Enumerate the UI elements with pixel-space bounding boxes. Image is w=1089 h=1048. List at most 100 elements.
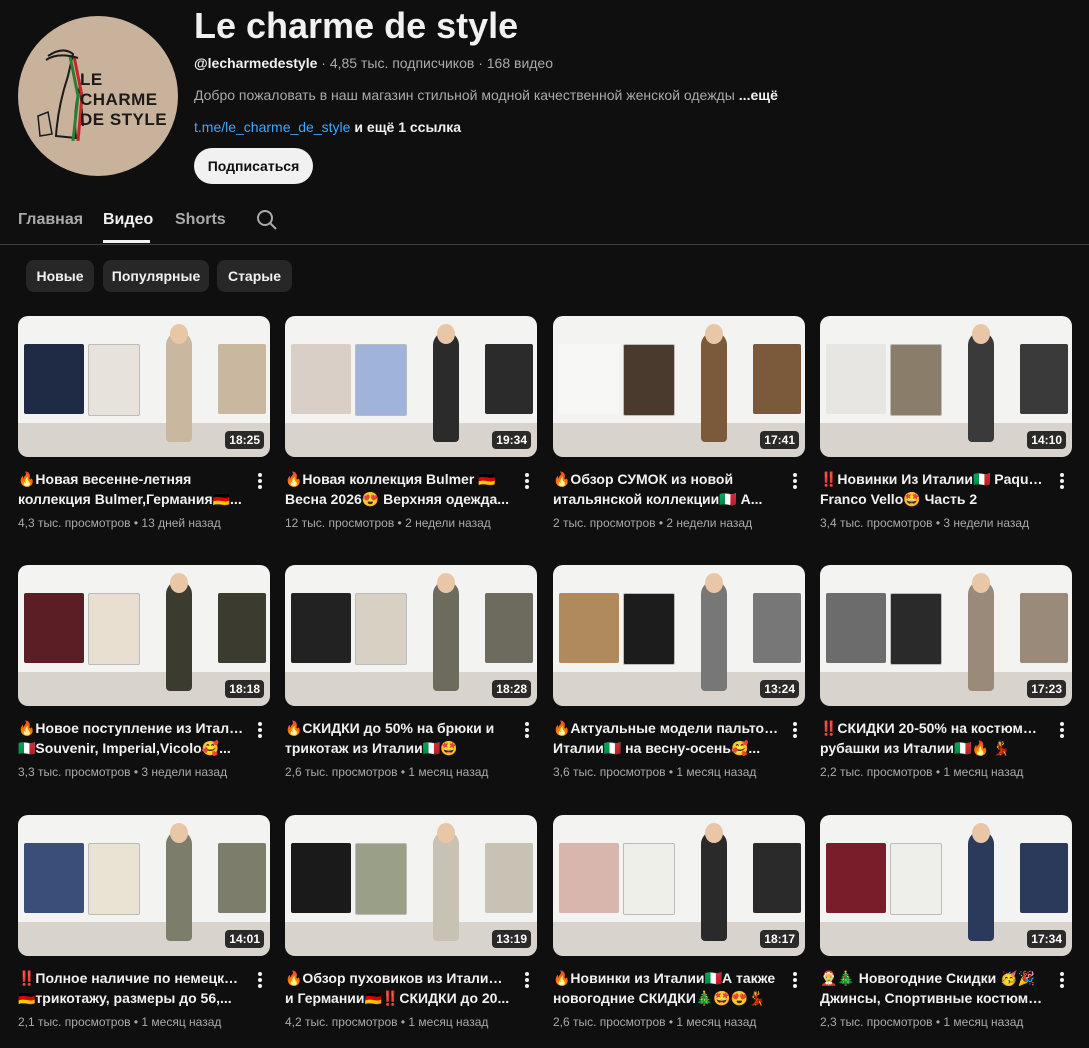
video-title-line1: ‼️Полное наличие по немецкому: [18, 970, 244, 986]
video-card[interactable]: 13:19 🔥Обзор пуховиков из Италии🇮🇹 и Гер…: [285, 815, 537, 1045]
video-card[interactable]: 14:01 ‼️Полное наличие по немецкому 🇩🇪тр…: [18, 815, 270, 1045]
clothing-rack: [890, 593, 942, 665]
video-title[interactable]: ‼️СКИДКИ 20-50% на костюмы и рубашки из …: [820, 718, 1046, 758]
more-options-icon[interactable]: [519, 970, 535, 990]
more-options-icon[interactable]: [252, 720, 268, 740]
clothing-rack: [355, 344, 407, 416]
video-duration: 14:01: [225, 930, 264, 948]
more-options-icon[interactable]: [519, 720, 535, 740]
video-card[interactable]: 17:34 🤶🎄 Новогодние Скидки 🥳🎉 Джинсы, Сп…: [820, 815, 1072, 1045]
video-title[interactable]: 🔥Обзор пуховиков из Италии🇮🇹 и Германии🇩…: [285, 968, 511, 1008]
chip-oldest[interactable]: Старые: [217, 260, 292, 292]
video-card[interactable]: 19:34 🔥Новая коллекция Bulmer 🇩🇪 Весна 2…: [285, 316, 537, 546]
video-card[interactable]: 18:25 🔥Новая весенне-летняя коллекция Bu…: [18, 316, 270, 546]
video-thumbnail[interactable]: 18:28: [285, 565, 537, 706]
video-thumbnail[interactable]: 14:10: [820, 316, 1072, 457]
video-thumbnail[interactable]: 14:01: [18, 815, 270, 956]
clothing-rack: [753, 843, 801, 913]
tab-videos[interactable]: Видео: [103, 210, 153, 230]
video-title-line1: 🤶🎄 Новогодние Скидки 🥳🎉: [820, 970, 1036, 986]
video-meta: 4,2 тыс. просмотров • 1 месяц назад: [285, 1015, 489, 1029]
more-links-button[interactable]: и ещё 1 ссылка: [354, 119, 461, 135]
telegram-link[interactable]: t.me/le_charme_de_style: [194, 119, 350, 135]
chip-popular[interactable]: Популярные: [103, 260, 209, 292]
video-thumbnail[interactable]: 17:23: [820, 565, 1072, 706]
logo-line2: DE STYLE: [80, 110, 168, 129]
video-title[interactable]: 🔥Новое поступление из Италии 🇮🇹Souvenir,…: [18, 718, 244, 758]
more-options-icon[interactable]: [1054, 471, 1070, 491]
description-more-link[interactable]: ...ещё: [739, 87, 778, 103]
video-thumbnail[interactable]: 17:41: [553, 316, 805, 457]
video-title[interactable]: 🔥Новая коллекция Bulmer 🇩🇪 Весна 2026😍 В…: [285, 469, 511, 509]
video-card[interactable]: 18:18 🔥Новое поступление из Италии 🇮🇹Sou…: [18, 565, 270, 795]
video-title-line1: 🔥Обзор пуховиков из Италии🇮🇹: [285, 970, 511, 986]
search-icon[interactable]: [256, 209, 278, 231]
channel-handle: @lecharmedestyle: [194, 55, 318, 71]
clothing-rack: [485, 843, 533, 913]
video-card[interactable]: 18:28 🔥СКИДКИ до 50% на брюки и трикотаж…: [285, 565, 537, 795]
video-meta: 2,1 тыс. просмотров • 1 месяц назад: [18, 1015, 222, 1029]
video-thumbnail[interactable]: 18:25: [18, 316, 270, 457]
video-thumbnail[interactable]: 13:19: [285, 815, 537, 956]
more-options-icon[interactable]: [252, 970, 268, 990]
more-options-icon[interactable]: [1054, 970, 1070, 990]
clothing-rack: [559, 344, 619, 414]
video-card[interactable]: 17:23 ‼️СКИДКИ 20-50% на костюмы и рубаш…: [820, 565, 1072, 795]
clothing-rack: [218, 593, 266, 663]
more-options-icon[interactable]: [519, 471, 535, 491]
video-title[interactable]: 🔥Обзор СУМОК из новой итальянской коллек…: [553, 469, 779, 509]
video-duration: 13:19: [492, 930, 531, 948]
tab-shorts[interactable]: Shorts: [175, 210, 226, 230]
video-title[interactable]: ‼️Новинки Из Италии🇮🇹 Paquito, Franco Ve…: [820, 469, 1046, 509]
video-title-line1: 🔥СКИДКИ до 50% на брюки и: [285, 720, 495, 736]
presenter-figure: [968, 581, 994, 691]
video-title-line2: Джинсы, Спортивные костюмы...: [820, 990, 1046, 1006]
more-options-icon[interactable]: [787, 720, 803, 740]
tab-home[interactable]: Главная: [18, 210, 83, 230]
video-title[interactable]: ‼️Полное наличие по немецкому 🇩🇪трикотаж…: [18, 968, 244, 1008]
clothing-rack: [826, 843, 886, 913]
video-meta: 3,6 тыс. просмотров • 1 месяц назад: [553, 765, 757, 779]
video-card[interactable]: 17:41 🔥Обзор СУМОК из новой итальянской …: [553, 316, 805, 546]
video-title[interactable]: 🔥СКИДКИ до 50% на брюки и трикотаж из Ит…: [285, 718, 511, 758]
channel-description[interactable]: Добро пожаловать в наш магазин стильной …: [194, 86, 778, 104]
video-card[interactable]: 13:24 🔥Актуальные модели пальто из Итали…: [553, 565, 805, 795]
more-options-icon[interactable]: [252, 471, 268, 491]
video-title-line2: коллекция Bulmer,Германия🇩🇪...: [18, 491, 242, 507]
video-title[interactable]: 🔥Новая весенне-летняя коллекция Bulmer,Г…: [18, 469, 244, 509]
video-thumbnail[interactable]: 19:34: [285, 316, 537, 457]
clothing-rack: [291, 843, 351, 913]
more-options-icon[interactable]: [787, 471, 803, 491]
clothing-rack: [890, 843, 942, 915]
more-options-icon[interactable]: [1054, 720, 1070, 740]
clothing-rack: [291, 344, 351, 414]
video-title-line2: Franco Vello🤩 Часть 2: [820, 491, 978, 507]
video-thumbnail[interactable]: 17:34: [820, 815, 1072, 956]
presenter-head: [972, 324, 990, 344]
channel-avatar[interactable]: LE CHARME DE STYLE: [18, 16, 178, 176]
clothing-rack: [890, 344, 942, 416]
clothing-rack: [826, 344, 886, 414]
clothing-rack: [24, 843, 84, 913]
video-card[interactable]: 18:17 🔥Новинки из Италии🇮🇹А также нового…: [553, 815, 805, 1045]
channel-title: Le charme de style: [194, 5, 519, 46]
clothing-rack: [753, 593, 801, 663]
presenter-figure: [433, 332, 459, 442]
clothing-rack: [485, 593, 533, 663]
video-thumbnail[interactable]: 18:18: [18, 565, 270, 706]
presenter-figure: [968, 831, 994, 941]
video-thumbnail[interactable]: 18:17: [553, 815, 805, 956]
video-thumbnail[interactable]: 13:24: [553, 565, 805, 706]
more-options-icon[interactable]: [787, 970, 803, 990]
video-title-line2: трикотаж из Италии🇮🇹🤩: [285, 740, 458, 756]
video-title[interactable]: 🔥Актуальные модели пальто из Италии🇮🇹 на…: [553, 718, 779, 758]
subscribe-button[interactable]: Подписаться: [194, 148, 313, 184]
video-title[interactable]: 🤶🎄 Новогодние Скидки 🥳🎉 Джинсы, Спортивн…: [820, 968, 1046, 1008]
chip-newest[interactable]: Новые: [26, 260, 94, 292]
video-card[interactable]: 14:10 ‼️Новинки Из Италии🇮🇹 Paquito, Fra…: [820, 316, 1072, 546]
channel-stats: · 4,85 тыс. подписчиков · 168 видео: [317, 55, 554, 71]
video-meta: 3,3 тыс. просмотров • 3 недели назад: [18, 765, 228, 779]
video-title-line1: ‼️Новинки Из Италии🇮🇹 Paquito,: [820, 471, 1046, 487]
video-title[interactable]: 🔥Новинки из Италии🇮🇹А также новогодние С…: [553, 968, 779, 1008]
clothing-rack: [24, 344, 84, 414]
